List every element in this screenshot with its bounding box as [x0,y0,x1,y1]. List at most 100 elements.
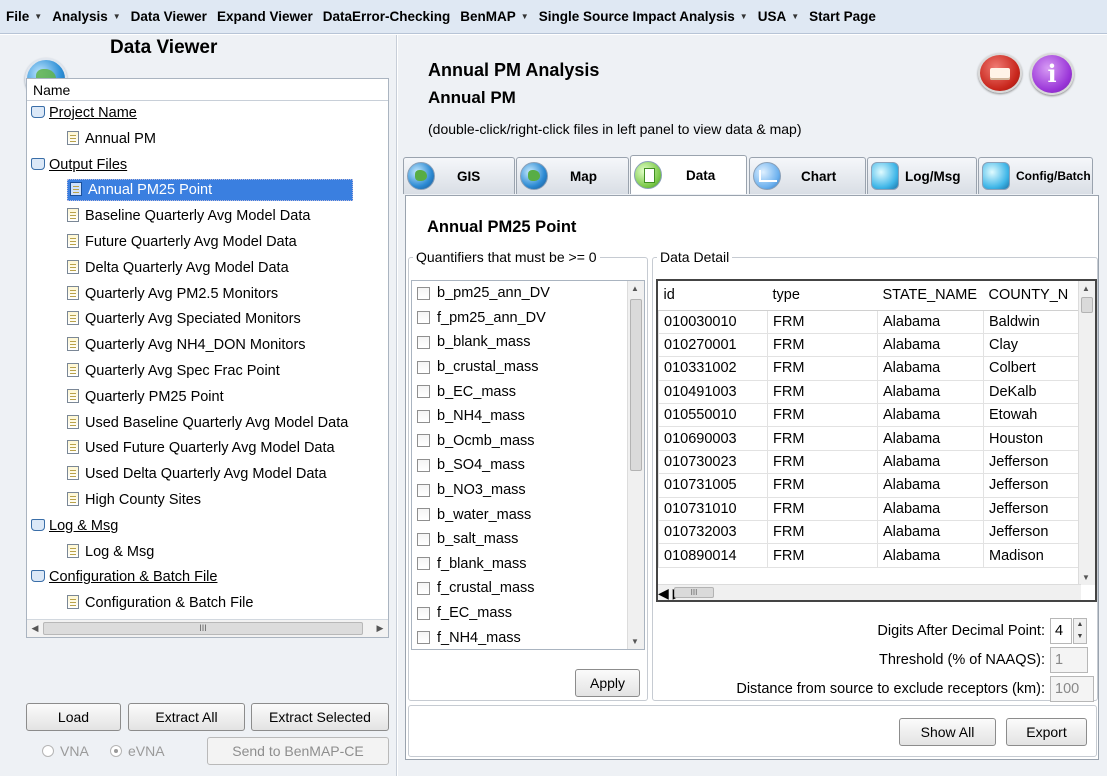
menu-file[interactable]: File ▼ [6,9,42,24]
table-row[interactable]: 010890014 FRM Alabama Madison [658,543,1084,568]
menu-data-viewer[interactable]: Data Viewer [131,9,207,24]
tab-map[interactable]: Map [516,157,629,194]
table-cell[interactable]: 010730023 [658,449,768,475]
checkbox[interactable] [417,508,430,522]
scroll-down-icon[interactable]: ▼ [631,637,639,646]
menu-usa[interactable]: USA ▼ [758,9,799,24]
table-cell[interactable]: Alabama [877,403,984,428]
tree-header-name[interactable]: Name [27,79,388,101]
table-row[interactable]: 010730023 FRM Alabama Jefferson [658,449,1084,475]
tree-item[interactable]: Used Baseline Quarterly Avg Model Data [27,411,388,437]
table-cell[interactable]: Houston [983,426,1084,451]
checkbox[interactable] [417,483,430,497]
table-cell[interactable]: FRM [767,379,878,405]
checkbox[interactable] [417,335,430,349]
scroll-left-icon[interactable]: ◀ [29,622,41,634]
table-row[interactable]: 010491003 FRM Alabama DeKalb [658,379,1084,405]
quantifier-checkbox-row[interactable]: b_EC_mass [412,379,644,404]
checkbox[interactable] [417,360,430,374]
tree-item[interactable]: Annual PM25 Point [27,178,388,204]
grid-vertical-scrollbar[interactable]: ▲ ▼ [1078,281,1095,585]
quantifier-checkbox-row[interactable]: f_pm25_ann_DV [412,306,644,331]
quantifier-checkbox-row[interactable]: b_crustal_mass [412,355,644,380]
table-cell[interactable]: Alabama [877,332,984,358]
tree-group[interactable]: Configuration & Batch File [27,565,388,591]
data-detail-grid[interactable]: id type STATE_NAME COUNTY_N 010030010 FRM Ala… [656,279,1097,602]
table-cell[interactable]: 010331002 [658,356,768,381]
show-all-button[interactable]: Show All [899,718,996,746]
quantifier-checkbox-row[interactable]: f_NH4_mass [412,625,644,649]
info-icon[interactable]: i [1030,53,1074,95]
tree-group[interactable]: Log & Msg [27,514,388,540]
checkbox[interactable] [417,581,430,595]
table-cell[interactable]: Alabama [877,379,984,405]
load-button[interactable]: Load [26,703,121,731]
menu-benmap[interactable]: BenMAP ▼ [460,9,528,24]
table-cell[interactable]: 010731005 [658,473,768,498]
table-row[interactable]: 010030010 FRM Alabama Baldwin [658,309,1084,334]
checkbox[interactable] [417,409,430,423]
table-cell[interactable]: Alabama [877,543,984,568]
tab-config-batch[interactable]: Config/Batch [978,157,1093,194]
scroll-right-icon[interactable]: ▶ [374,622,386,634]
checkbox[interactable] [417,557,430,571]
tree-item[interactable]: Used Delta Quarterly Avg Model Data [27,462,388,488]
table-cell[interactable]: Clay [983,332,1084,358]
table-row[interactable]: 010731005 FRM Alabama Jefferson [658,473,1084,498]
column-header[interactable]: id [658,281,768,311]
table-cell[interactable]: 010890014 [658,543,768,568]
table-cell[interactable]: Jefferson [983,473,1084,498]
quantifier-checkbox-row[interactable]: b_salt_mass [412,527,644,552]
table-cell[interactable]: 010030010 [658,309,768,334]
table-cell[interactable]: FRM [767,473,878,498]
apply-button[interactable]: Apply [575,669,640,697]
table-cell[interactable]: Etowah [983,403,1084,428]
quantifier-checkbox-row[interactable]: f_crustal_mass [412,576,644,601]
table-cell[interactable]: FRM [767,426,878,451]
scroll-left-icon[interactable]: ◀ [658,585,669,600]
tree-item[interactable]: Delta Quarterly Avg Model Data [27,256,388,282]
tab-gis[interactable]: GIS [403,157,515,194]
send-to-benmap-button[interactable]: Send to BenMAP-CE [207,737,389,765]
extract-all-button[interactable]: Extract All [128,703,245,731]
table-cell[interactable]: Alabama [877,356,984,381]
checkbox[interactable] [417,434,430,448]
export-button[interactable]: Export [1006,718,1087,746]
tree-group[interactable]: Project Name [27,101,388,127]
tree-item[interactable]: Quarterly Avg PM2.5 Monitors [27,282,388,308]
menu-dataerror-checking[interactable]: DataError-Checking [323,9,451,24]
checkbox[interactable] [417,458,430,472]
table-cell[interactable]: FRM [767,356,878,381]
checkbox[interactable] [417,631,430,645]
table-cell[interactable]: Colbert [983,356,1084,381]
table-cell[interactable]: FRM [767,449,878,475]
table-cell[interactable]: Jefferson [983,520,1084,545]
table-cell[interactable]: FRM [767,309,878,334]
table-cell[interactable]: Madison [983,543,1084,568]
quantifier-checkbox-row[interactable]: b_blank_mass [412,330,644,355]
quantifier-checkbox-row[interactable]: b_SO4_mass [412,453,644,478]
tab-chart[interactable]: Chart [749,157,866,194]
checkbox[interactable] [417,311,430,325]
table-cell[interactable]: Alabama [877,449,984,475]
table-cell[interactable]: Jefferson [983,449,1084,475]
table-cell[interactable]: 010731010 [658,496,768,522]
table-cell[interactable]: Alabama [877,496,984,522]
table-cell[interactable]: Alabama [877,309,984,334]
table-cell[interactable]: FRM [767,543,878,568]
checkbox[interactable] [417,606,430,620]
scroll-up-icon[interactable]: ▲ [631,284,639,293]
vna-radio[interactable]: VNA [42,743,89,759]
table-cell[interactable]: 010550010 [658,403,768,428]
distance-input[interactable]: 100 [1050,676,1094,702]
table-cell[interactable]: FRM [767,403,878,428]
tree-item[interactable]: Annual PM [27,127,388,153]
menu-start-page[interactable]: Start Page [809,9,876,24]
evna-radio[interactable]: eVNA [110,743,165,759]
table-row[interactable]: 010331002 FRM Alabama Colbert [658,356,1084,381]
column-header[interactable]: type [767,281,878,311]
table-row[interactable]: 010550010 FRM Alabama Etowah [658,403,1084,428]
tab-data[interactable]: Data [630,155,747,194]
table-cell[interactable]: Jefferson [983,496,1084,522]
file-tree[interactable]: Name Project Name Annual PM Output Files An… [26,78,389,638]
